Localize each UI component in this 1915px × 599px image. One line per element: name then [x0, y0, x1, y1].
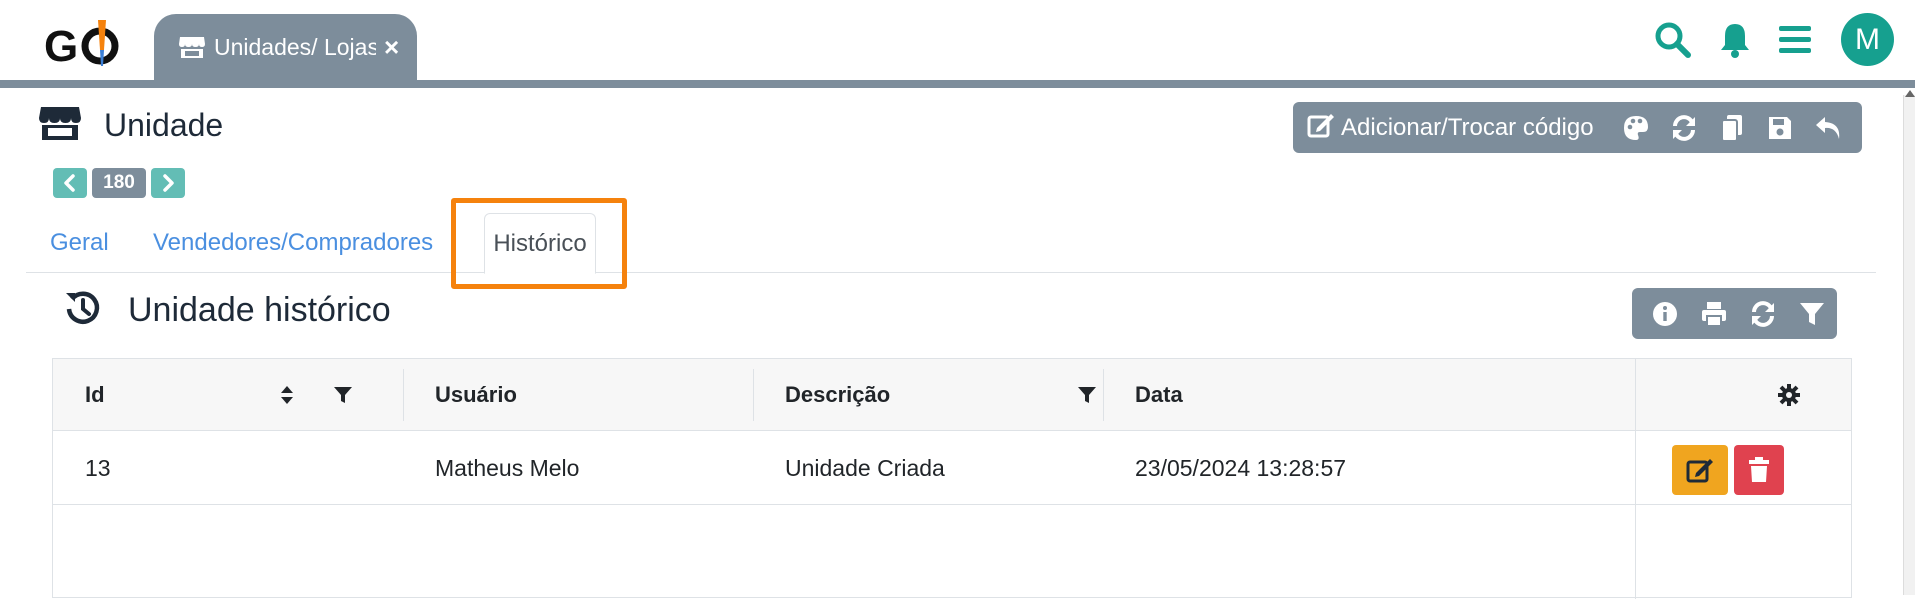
section-title: Unidade histórico	[128, 290, 391, 329]
top-bar: G Unidades/ Lojas × M	[0, 0, 1915, 80]
open-tab-label: Unidades/ Lojas	[214, 33, 376, 60]
save-icon[interactable]	[1756, 102, 1804, 153]
tab-vendedores-compradores[interactable]: Vendedores/Compradores	[153, 229, 433, 257]
edit-icon	[1686, 459, 1713, 483]
store-icon	[178, 35, 206, 59]
vertical-scrollbar[interactable]	[1903, 95, 1915, 595]
section-toolbar	[1632, 288, 1837, 339]
edit-icon	[1307, 112, 1335, 143]
cell-descricao: Unidade Criada	[785, 454, 945, 481]
store-icon	[38, 105, 82, 146]
user-avatar[interactable]: M	[1841, 13, 1894, 66]
delete-button[interactable]	[1734, 445, 1784, 495]
column-divider	[403, 369, 404, 421]
table-row[interactable]: 13 Matheus Melo Unidade Criada 23/05/202…	[53, 431, 1851, 505]
column-header-id[interactable]: Id	[85, 359, 105, 431]
filter-icon[interactable]	[333, 359, 353, 431]
app-logo[interactable]: G	[44, 16, 126, 72]
open-tab-unidades[interactable]: Unidades/ Lojas ×	[154, 14, 417, 80]
print-icon[interactable]	[1689, 288, 1738, 339]
undo-icon[interactable]	[1804, 102, 1852, 153]
close-tab-icon[interactable]: ×	[384, 34, 399, 60]
cell-usuario: Matheus Melo	[435, 454, 580, 481]
svg-text:G: G	[44, 22, 78, 71]
chevron-left-icon[interactable]	[53, 168, 87, 198]
tab-geral[interactable]: Geral	[50, 229, 109, 257]
record-number-badge: 180	[92, 168, 146, 198]
edit-button[interactable]	[1672, 445, 1728, 495]
refresh-icon[interactable]	[1660, 102, 1708, 153]
gear-icon[interactable]	[1777, 359, 1801, 431]
palette-icon[interactable]	[1612, 102, 1660, 153]
filter-icon[interactable]	[1788, 288, 1837, 339]
record-tabs: Geral Vendedores/Compradores Histórico	[26, 213, 1876, 274]
history-icon	[64, 289, 102, 332]
refresh-icon[interactable]	[1739, 288, 1788, 339]
add-change-code-label: Adicionar/Trocar código	[1341, 113, 1594, 141]
trash-icon	[1749, 457, 1769, 482]
scroll-up-arrow-icon[interactable]	[1905, 90, 1915, 97]
filter-icon[interactable]	[1077, 359, 1097, 431]
column-header-usuario[interactable]: Usuário	[435, 359, 517, 431]
column-divider	[753, 369, 754, 421]
history-table: Id Usuário Descrição Data 13 Matheus Mel…	[52, 358, 1852, 599]
cell-data: 23/05/2024 13:28:57	[1135, 454, 1347, 481]
column-header-data[interactable]: Data	[1135, 359, 1183, 431]
add-change-code-button[interactable]: Adicionar/Trocar código	[1307, 102, 1612, 153]
highlight-box	[451, 198, 627, 289]
chevron-right-icon[interactable]	[151, 168, 185, 198]
cell-id: 13	[85, 454, 111, 481]
column-divider	[1103, 369, 1104, 421]
table-header: Id Usuário Descrição Data	[53, 359, 1851, 431]
copy-icon[interactable]	[1708, 102, 1756, 153]
bell-icon[interactable]	[1715, 18, 1755, 62]
search-icon[interactable]	[1653, 18, 1693, 62]
header-divider	[0, 80, 1915, 88]
sort-icon[interactable]	[279, 359, 295, 431]
record-pager: 180	[53, 168, 185, 198]
record-toolbar: Adicionar/Trocar código	[1293, 102, 1862, 153]
section-header: Unidade histórico	[64, 285, 391, 335]
column-header-descricao[interactable]: Descrição	[785, 359, 890, 431]
info-icon[interactable]	[1640, 288, 1689, 339]
page-title-row: Unidade	[38, 100, 223, 150]
menu-icon[interactable]	[1775, 18, 1815, 62]
page-title: Unidade	[104, 106, 224, 143]
